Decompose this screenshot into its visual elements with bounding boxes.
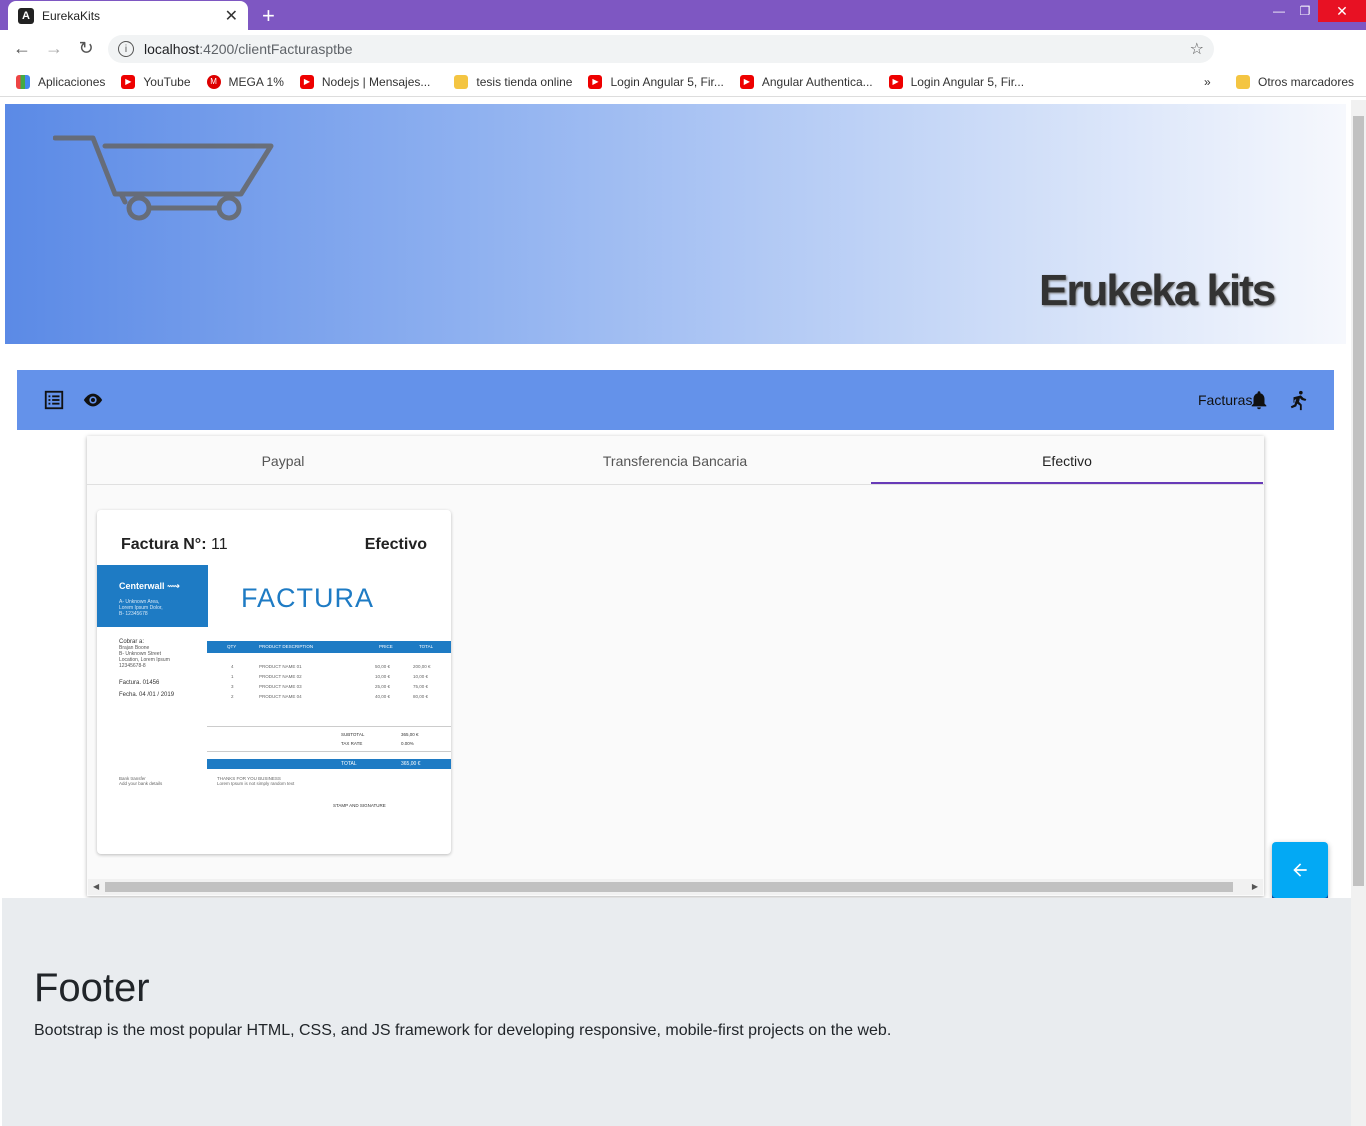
info-icon[interactable]: i — [118, 41, 134, 57]
youtube-icon: ▶ — [121, 74, 136, 89]
tab-ink-bar — [871, 482, 1263, 484]
invoice-card[interactable]: Factura N°: 11 Efectivo Centerwall ⟿ A- … — [97, 510, 451, 854]
forward-icon[interactable]: → — [38, 38, 70, 59]
window-close-icon[interactable]: ✕ — [1318, 0, 1366, 22]
page-footer: Footer Bootstrap is the most popular HTM… — [2, 898, 1351, 1126]
youtube-icon: ▶ — [588, 74, 603, 89]
stamp-label: STAMP AND SIGNATURE — [333, 803, 386, 808]
back-button[interactable] — [1272, 842, 1328, 898]
youtube-icon: ▶ — [739, 74, 754, 89]
new-tab-icon[interactable]: + — [262, 3, 275, 29]
bookmark-youtube[interactable]: ▶ YouTube — [121, 74, 191, 89]
subtotal-row: SUBTOTAL 365,00 € — [341, 732, 419, 737]
tax-row: TAX RATE 0.00% — [341, 741, 414, 746]
items-table-header: QTY PRODUCT DESCRIPTION PRICE TOTAL — [207, 641, 451, 653]
bookmarks-overflow[interactable]: » — [1204, 75, 1211, 89]
facturas-link[interactable]: Facturas — [1198, 392, 1252, 408]
restore-icon[interactable]: ❐ — [1294, 0, 1316, 22]
divider — [207, 726, 451, 727]
bookmark-login-angular-2[interactable]: ▶ Login Angular 5, Fir... — [888, 74, 1024, 89]
table-row: 2 PRODUCT NAME 04 40,00 €80,00 € — [231, 694, 429, 699]
url-input[interactable]: i localhost:4200/clientFacturasptbe ☆ — [108, 35, 1214, 63]
bookmark-mega[interactable]: M MEGA 1% — [206, 74, 284, 89]
tab-title: EurekaKits — [42, 8, 101, 23]
back-icon[interactable]: ← — [6, 38, 38, 59]
company-address: A- Unknown Area, Lorem Ipsum Dolor, B- 1… — [119, 599, 163, 617]
reload-icon[interactable]: ↻ — [70, 38, 102, 59]
table-row: 3 PRODUCT NAME 03 25,00 €75,00 € — [231, 684, 429, 689]
table-row: 4 PRODUCT NAME 01 50,00 €200,00 € — [231, 664, 431, 669]
brand-title: Erukeka kits — [1039, 266, 1276, 315]
address-bar: ← → ↻ i localhost:4200/clientFacturasptb… — [0, 30, 1366, 90]
header-banner: Erukeka kits — [5, 104, 1346, 344]
arrow-back-icon — [1293, 863, 1307, 877]
bill-to: Cobrar a: Brajan Boone B- Unknown Street… — [119, 639, 170, 669]
footer-title: Footer — [34, 966, 150, 1010]
youtube-icon: ▶ — [888, 74, 903, 89]
company-name: Centerwall ⟿ — [119, 581, 180, 591]
close-tab-icon[interactable]: ✕ — [225, 6, 238, 26]
table-row: 1 PRODUCT NAME 02 10,00 €10,00 € — [231, 674, 429, 679]
total-bar: TOTAL 365,00 € — [207, 759, 451, 769]
list-icon[interactable] — [43, 389, 65, 411]
bookmark-other[interactable]: Otros marcadores — [1236, 74, 1354, 89]
logout-run-icon[interactable] — [1288, 389, 1310, 411]
url-host: localhost — [144, 41, 200, 57]
invoice-meta: Factura. 01456 Fecha. 04 /01 / 2019 — [119, 680, 175, 698]
folder-icon — [1236, 74, 1250, 89]
page-viewport: Erukeka kits Facturas Paypal Transferenc… — [0, 100, 1351, 1126]
invoice-document-image: Centerwall ⟿ A- Unknown Area, Lorem Ipsu… — [97, 565, 451, 854]
bookmark-nodejs[interactable]: ▶ Nodejs | Mensajes... — [299, 74, 430, 89]
thanks-note: THANKS FOR YOU BUSINESS Lorem Ipsum is n… — [217, 776, 295, 786]
tab-transferencia-bancaria[interactable]: Transferencia Bancaria — [479, 436, 871, 485]
company-box: Centerwall ⟿ A- Unknown Area, Lorem Ipsu… — [97, 565, 208, 627]
browser-tab[interactable]: A EurekaKits ✕ — [8, 1, 248, 30]
tab-efectivo[interactable]: Efectivo — [871, 436, 1263, 485]
scroll-left-icon[interactable]: ◀ — [93, 882, 99, 891]
bookmarks-bar: Aplicaciones ▶ YouTube M MEGA 1% ▶ Nodejs |… — [0, 67, 1366, 97]
angular-favicon-icon: A — [18, 7, 34, 24]
horizontal-scrollbar[interactable]: ◀ ▶ — [88, 879, 1263, 895]
divider — [207, 751, 451, 752]
eye-icon[interactable] — [81, 389, 105, 411]
bookmark-login-angular-1[interactable]: ▶ Login Angular 5, Fir... — [588, 74, 724, 89]
bookmark-tesis[interactable]: tesis tienda online — [454, 74, 572, 89]
tab-paypal[interactable]: Paypal — [87, 436, 479, 485]
youtube-icon: ▶ — [299, 74, 314, 89]
apps-icon — [16, 74, 30, 89]
bookmark-star-icon[interactable]: ☆ — [1190, 39, 1204, 59]
url-path: :4200/clientFacturasptbe — [199, 41, 353, 57]
bank-transfer-note: Bank transfer Add your bank details — [119, 776, 163, 786]
invoice-method: Efectivo — [364, 536, 427, 553]
app-toolbar: Facturas — [17, 370, 1334, 430]
vertical-scrollbar[interactable] — [1351, 100, 1366, 1126]
browser-tabstrip: A EurekaKits ✕ + — ❐ ✕ — [0, 0, 1366, 30]
invoice-title: Factura N°: 11 — [121, 536, 228, 553]
scrollbar-thumb[interactable] — [105, 882, 1233, 892]
folder-icon — [454, 74, 469, 89]
scrollbar-thumb[interactable] — [1353, 116, 1364, 886]
notifications-bell-icon[interactable] — [1248, 389, 1270, 411]
scroll-right-icon[interactable]: ▶ — [1252, 882, 1258, 891]
mega-icon: M — [206, 74, 221, 89]
bookmark-apps[interactable]: Aplicaciones — [16, 74, 105, 89]
footer-text: Bootstrap is the most popular HTML, CSS,… — [34, 1022, 892, 1039]
document-heading: FACTURA — [241, 583, 375, 613]
bookmark-angular-auth[interactable]: ▶ Angular Authentica... — [739, 74, 873, 89]
minimize-icon[interactable]: — — [1268, 0, 1290, 22]
payment-tabs-card: Paypal Transferencia Bancaria Efectivo F… — [87, 436, 1264, 896]
tab-header: Paypal Transferencia Bancaria Efectivo — [87, 436, 1264, 485]
shopping-cart-icon — [53, 135, 274, 221]
invoice-number: 11 — [210, 536, 228, 553]
